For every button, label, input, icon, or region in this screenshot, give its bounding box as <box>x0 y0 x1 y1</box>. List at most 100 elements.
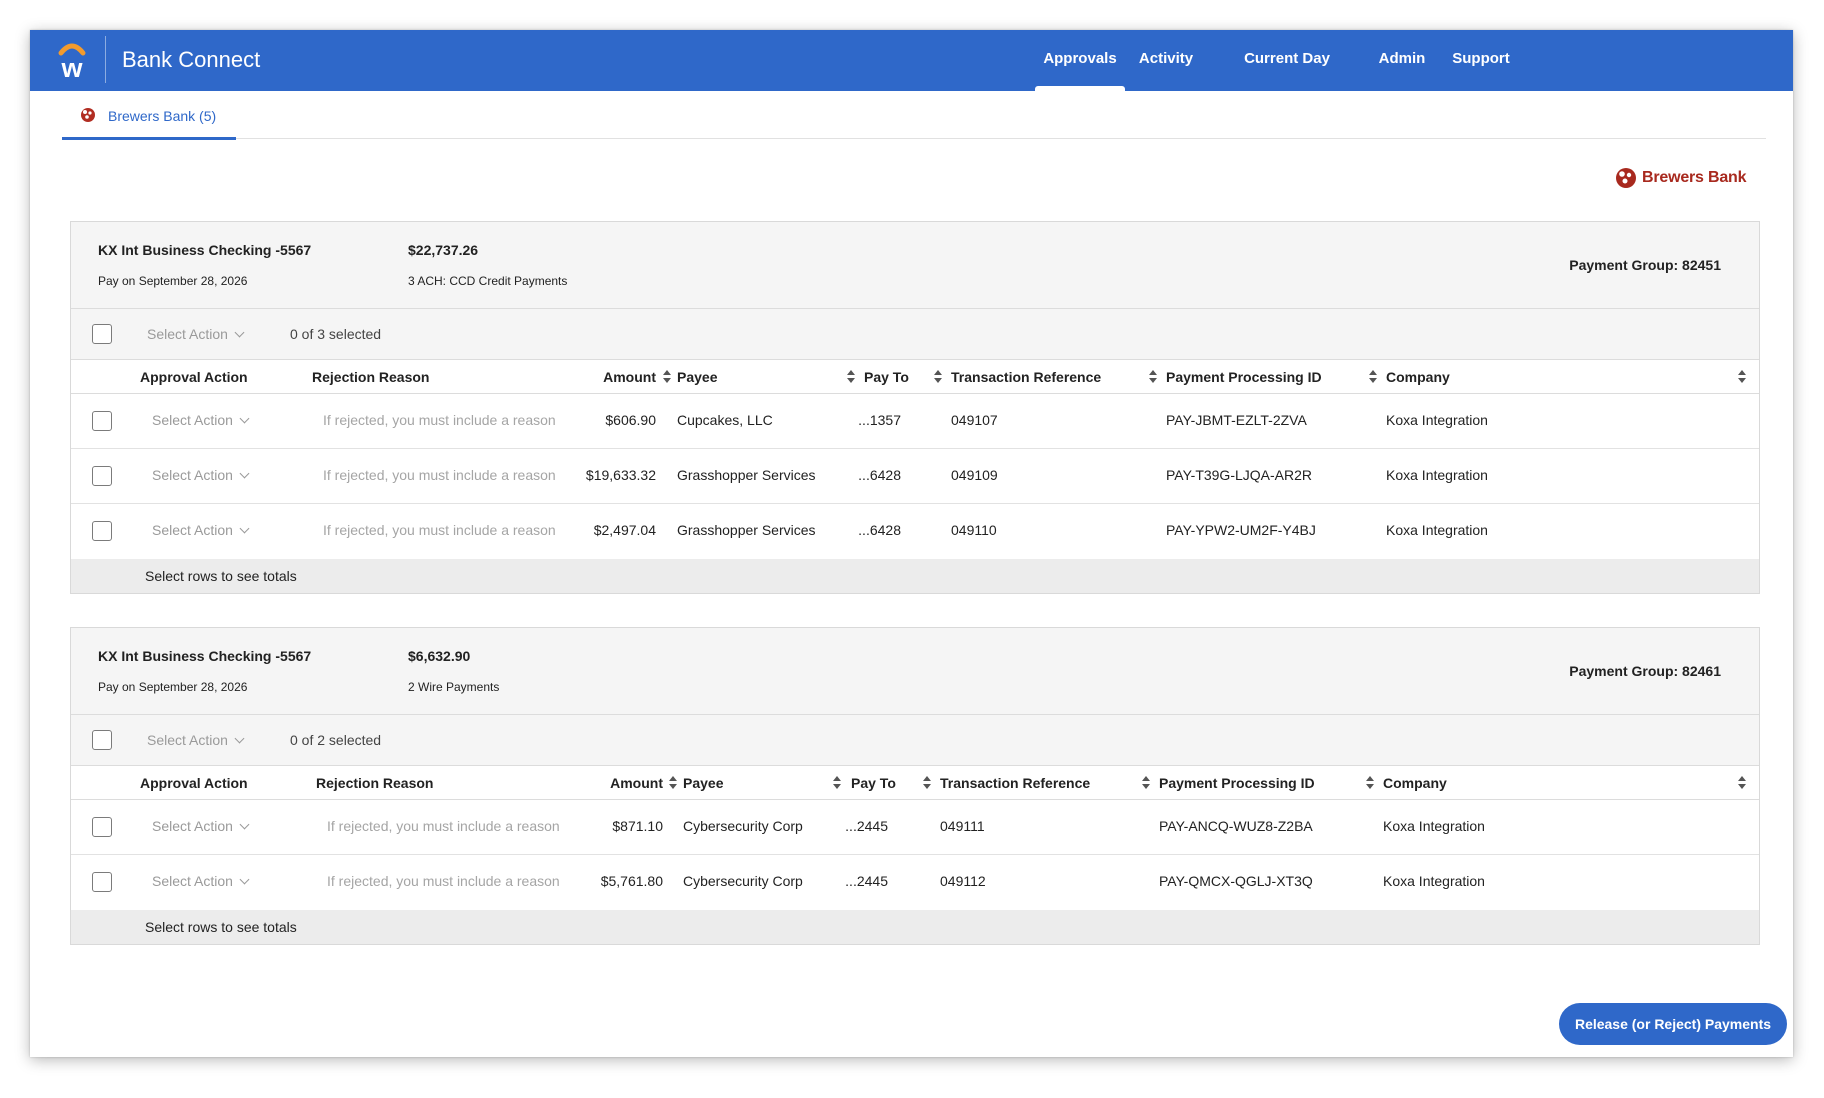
chevron-down-icon <box>239 413 250 424</box>
col-payee[interactable]: Payee <box>683 775 723 791</box>
top-nav-bar: w Bank Connect Approvals Activity Curren… <box>30 30 1793 125</box>
row-checkbox[interactable] <box>92 817 112 837</box>
tab-label: Brewers Bank (5) <box>108 108 217 124</box>
sort-icon[interactable] <box>1141 775 1151 791</box>
approval-action-dropdown[interactable]: Select Action <box>152 467 250 483</box>
totals-row: Select rows to see totals <box>71 910 1759 944</box>
sort-icon[interactable] <box>668 775 678 791</box>
approval-action-dropdown[interactable]: Select Action <box>152 818 250 834</box>
app-title: Bank Connect <box>122 47 261 72</box>
table-row: Select Action If rejected, you must incl… <box>71 504 1759 559</box>
pay-on-date: Pay on September 28, 2026 <box>98 274 248 288</box>
approval-action-dropdown[interactable]: Select Action <box>152 522 250 538</box>
col-transaction-reference[interactable]: Transaction Reference <box>940 775 1090 791</box>
transaction-reference-cell: 049110 <box>951 522 997 538</box>
rejection-reason-input[interactable]: If rejected, you must include a reason <box>323 412 556 428</box>
col-transaction-reference[interactable]: Transaction Reference <box>951 369 1101 385</box>
bulk-select-action-dropdown[interactable]: Select Action <box>147 732 245 748</box>
row-checkbox[interactable] <box>92 521 112 541</box>
pay-on-date: Pay on September 28, 2026 <box>98 680 248 694</box>
group-description: 3 ACH: CCD Credit Payments <box>408 274 568 288</box>
payment-group-id: Payment Group: 82451 <box>1569 257 1721 273</box>
col-pay-to[interactable]: Pay To <box>864 369 909 385</box>
col-amount[interactable]: Amount <box>603 369 656 385</box>
brewers-bank-logo-icon <box>1616 168 1636 188</box>
approval-action-dropdown[interactable]: Select Action <box>152 412 250 428</box>
amount-cell: $606.90 <box>605 412 656 428</box>
payee-cell: Cybersecurity Corp <box>683 873 803 889</box>
bulk-select-action-dropdown[interactable]: Select Action <box>147 326 245 342</box>
selected-count: 0 of 3 selected <box>290 326 382 342</box>
select-all-checkbox[interactable] <box>92 324 112 344</box>
chevron-down-icon <box>239 468 250 479</box>
nav-approvals[interactable]: Approvals <box>1035 30 1125 91</box>
nav-admin[interactable]: Admin <box>1378 30 1426 91</box>
sort-icon[interactable] <box>1365 775 1375 791</box>
col-payment-processing-id[interactable]: Payment Processing ID <box>1159 775 1315 791</box>
pay-to-cell: ...2445 <box>845 873 888 889</box>
sort-icon[interactable] <box>1148 369 1158 385</box>
chevron-down-icon <box>239 523 250 534</box>
release-payments-button[interactable]: Release (or Reject) Payments <box>1559 1003 1787 1045</box>
pay-to-cell: ...1357 <box>858 412 901 428</box>
chevron-down-icon <box>234 733 245 744</box>
nav-current-day-reporting[interactable]: Current Day Reporting <box>1216 30 1358 125</box>
group-amount: $22,737.26 <box>408 242 479 258</box>
row-checkbox[interactable] <box>92 466 112 486</box>
approval-action-dropdown[interactable]: Select Action <box>152 873 250 889</box>
sort-icon[interactable] <box>1368 369 1378 385</box>
transaction-reference-cell: 049107 <box>951 412 998 428</box>
tab-strip-divider <box>62 138 1766 139</box>
col-rejection-reason: Rejection Reason <box>312 369 430 385</box>
company-cell: Koxa Integration <box>1383 818 1485 834</box>
sort-icon[interactable] <box>846 369 856 385</box>
brewers-bank-logo: Brewers Bank <box>1614 166 1747 195</box>
col-payment-processing-id[interactable]: Payment Processing ID <box>1166 369 1322 385</box>
col-company[interactable]: Company <box>1386 369 1450 385</box>
workday-logo-icon[interactable]: w <box>54 39 90 83</box>
rejection-reason-input[interactable]: If rejected, you must include a reason <box>327 818 560 834</box>
col-amount[interactable]: Amount <box>610 775 663 791</box>
chevron-down-icon <box>239 874 250 885</box>
pay-to-cell: ...2445 <box>845 818 888 834</box>
pay-to-cell: ...6428 <box>858 467 901 483</box>
col-company[interactable]: Company <box>1383 775 1447 791</box>
totals-label: Select rows to see totals <box>145 568 297 584</box>
sort-icon[interactable] <box>662 369 672 385</box>
rejection-reason-input[interactable]: If rejected, you must include a reason <box>323 467 556 483</box>
brand-name: Brewers Bank <box>1642 169 1747 186</box>
table-row: Select Action If rejected, you must incl… <box>71 449 1759 504</box>
svg-text:w: w <box>60 53 83 83</box>
sort-icon[interactable] <box>832 775 842 791</box>
table-row: Select Action If rejected, you must incl… <box>71 800 1759 855</box>
row-checkbox[interactable] <box>92 411 112 431</box>
sort-icon[interactable] <box>933 369 943 385</box>
payee-cell: Grasshopper Services <box>677 467 816 483</box>
sort-icon[interactable] <box>922 775 932 791</box>
amount-cell: $2,497.04 <box>593 522 656 538</box>
nav-activity[interactable]: Activity <box>1134 30 1198 91</box>
payment-processing-id-cell: PAY-JBMT-EZLT-2ZVA <box>1166 412 1307 428</box>
tab-brewers-bank[interactable]: Brewers Bank (5) <box>62 91 236 140</box>
payee-cell: Cupcakes, LLC <box>677 412 773 428</box>
payment-group-id: Payment Group: 82461 <box>1569 663 1721 679</box>
select-all-checkbox[interactable] <box>92 730 112 750</box>
col-payee[interactable]: Payee <box>677 369 717 385</box>
sort-icon[interactable] <box>1737 775 1747 791</box>
table-row: Select Action If rejected, you must incl… <box>71 855 1759 910</box>
sort-icon[interactable] <box>1737 369 1747 385</box>
payment-group-header: KX Int Business Checking -5567 Pay on Se… <box>71 628 1759 715</box>
nav-support[interactable]: Support <box>1449 30 1513 91</box>
row-checkbox[interactable] <box>92 872 112 892</box>
col-pay-to[interactable]: Pay To <box>851 775 896 791</box>
totals-label: Select rows to see totals <box>145 919 297 935</box>
col-approval-action: Approval Action <box>140 775 248 791</box>
table-header: Approval Action Rejection Reason Amount … <box>71 766 1759 800</box>
company-cell: Koxa Integration <box>1386 522 1488 538</box>
rejection-reason-input[interactable]: If rejected, you must include a reason <box>327 873 560 889</box>
payment-group-header: KX Int Business Checking -5567 Pay on Se… <box>71 222 1759 309</box>
transaction-reference-cell: 049111 <box>940 818 985 834</box>
account-name: KX Int Business Checking -5567 <box>98 648 312 664</box>
table-row: Select Action If rejected, you must incl… <box>71 394 1759 449</box>
rejection-reason-input[interactable]: If rejected, you must include a reason <box>323 522 556 538</box>
